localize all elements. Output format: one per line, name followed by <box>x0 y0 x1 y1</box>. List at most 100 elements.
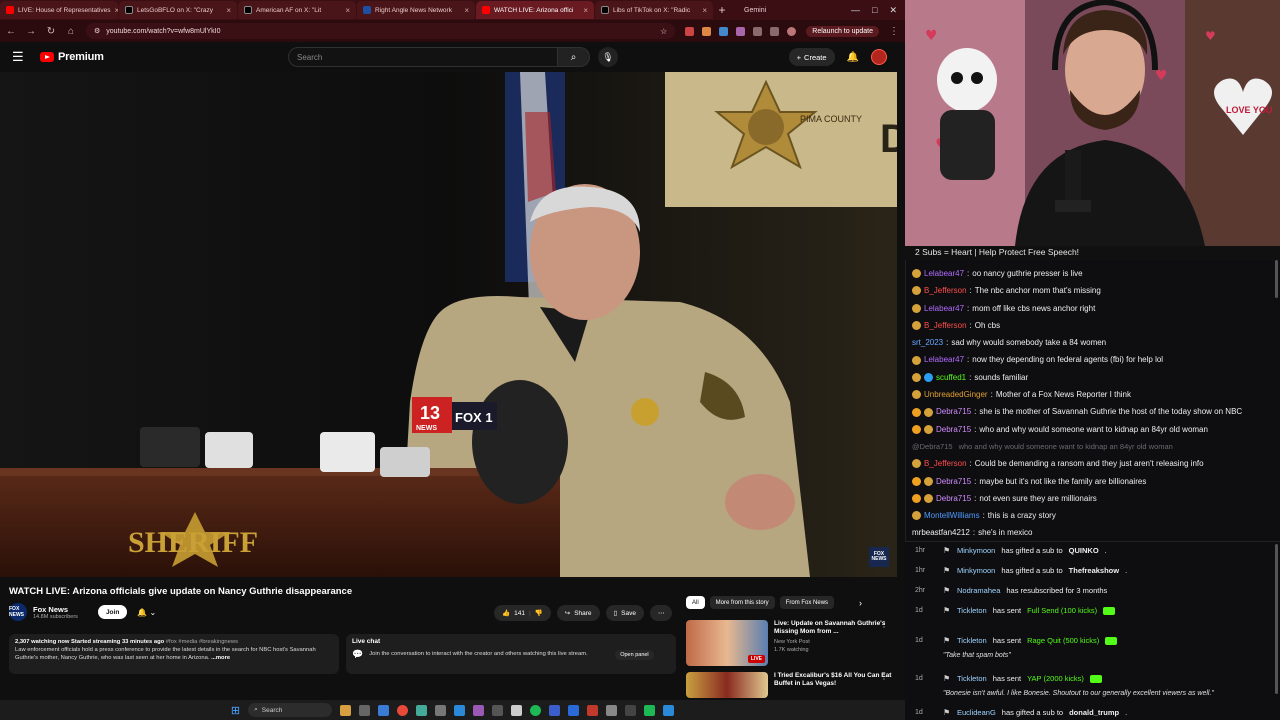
chat-username[interactable]: @Debra715 <box>912 438 953 455</box>
chat-username[interactable]: srt_2023 <box>912 334 943 351</box>
recommended-title[interactable]: Live: Update on Savannah Guthrie's Missi… <box>774 620 896 637</box>
chat-username[interactable]: Debra715 <box>936 473 971 490</box>
description-box[interactable]: 2,307 watching now Started streaming 33 … <box>9 634 339 674</box>
taskbar-app-icon[interactable] <box>530 704 542 716</box>
extension-icon[interactable] <box>719 26 729 36</box>
browser-tab-active[interactable]: WATCH LIVE: Arizona offici × <box>476 1 594 19</box>
event-username[interactable]: Tickleton <box>957 636 987 645</box>
events-scrollbar[interactable] <box>1275 544 1278 694</box>
description-more-link[interactable]: ...more <box>211 655 230 661</box>
home-icon[interactable]: ⌂ <box>66 26 76 37</box>
close-tab-icon[interactable]: × <box>115 6 119 15</box>
chat-username[interactable]: Debra715 <box>936 421 971 438</box>
youtube-logo[interactable]: Premium <box>40 51 104 63</box>
taskbar-app-icon[interactable] <box>340 704 352 716</box>
close-tab-icon[interactable]: × <box>345 6 350 15</box>
minimize-icon[interactable]: — <box>851 5 860 16</box>
chat-username[interactable]: mrbeastfan4212 <box>912 524 970 541</box>
search-input[interactable] <box>288 47 558 67</box>
event-username[interactable]: EuclideanG <box>957 708 996 717</box>
close-tab-icon[interactable]: × <box>702 6 707 15</box>
maximize-icon[interactable]: □ <box>872 5 877 16</box>
taskbar-app-icon[interactable] <box>454 704 466 716</box>
taskbar-app-icon[interactable] <box>663 704 675 716</box>
recommended-title[interactable]: I Tried Excalibur's $16 All You Can Eat … <box>774 672 896 689</box>
taskbar-app-icon[interactable] <box>473 704 485 716</box>
taskbar-app-icon[interactable] <box>587 704 599 716</box>
taskbar-app-icon[interactable] <box>625 704 637 716</box>
bookmark-star-icon[interactable]: ☆ <box>660 27 667 36</box>
browser-tab[interactable]: Libs of TikTok on X: "Radic × <box>595 1 713 19</box>
taskbar-app-icon[interactable] <box>492 704 504 716</box>
taskbar-app-icon[interactable] <box>378 704 390 716</box>
chip-all[interactable]: All <box>686 596 705 609</box>
account-avatar[interactable] <box>871 49 887 65</box>
chat-username[interactable]: Debra715 <box>936 403 971 420</box>
chat-username[interactable]: Lelabear47 <box>924 300 964 317</box>
chat-username[interactable]: B_Jefferson <box>924 455 967 472</box>
more-actions-button[interactable]: ⋯ <box>649 605 673 621</box>
video-player[interactable]: DE PIMA COUNTY <box>0 72 897 577</box>
description-tags[interactable]: #fox #media #breakingnews <box>166 639 238 645</box>
site-info-icon[interactable]: ⚙ <box>94 27 100 35</box>
browser-tab[interactable]: LIVE: House of Representatives × <box>0 1 118 19</box>
extension-icon[interactable] <box>753 26 763 36</box>
event-username[interactable]: Tickleton <box>957 674 987 683</box>
event-username[interactable]: Minkymoon <box>957 546 995 555</box>
chip-from-fox-news[interactable]: From Fox News <box>779 596 835 609</box>
recommended-video[interactable]: I Tried Excalibur's $16 All You Can Eat … <box>686 672 896 698</box>
channel-avatar[interactable]: FOX NEWS <box>9 603 27 621</box>
taskbar-app-icon[interactable] <box>568 704 580 716</box>
taskbar-app-icon[interactable] <box>359 704 371 716</box>
subscription-bell-icon[interactable]: 🔔 ⌄ <box>137 608 156 617</box>
chat-username[interactable]: Lelabear47 <box>924 265 964 282</box>
extension-icon[interactable] <box>702 26 712 36</box>
back-icon[interactable]: ← <box>6 26 16 37</box>
more-options-icon[interactable]: ⋮ <box>880 672 888 681</box>
chat-username[interactable]: Lelabear47 <box>924 351 964 368</box>
chip-more-from-story[interactable]: More from this story <box>709 596 775 609</box>
close-tab-icon[interactable]: × <box>464 6 469 15</box>
close-tab-icon[interactable]: × <box>226 6 231 15</box>
taskbar-app-icon[interactable] <box>606 704 618 716</box>
share-button[interactable]: ↪ Share <box>556 605 600 621</box>
new-tab-icon[interactable]: + <box>714 3 730 17</box>
hamburger-menu-icon[interactable]: ☰ <box>12 49 28 65</box>
chat-username[interactable]: B_Jefferson <box>924 282 967 299</box>
voice-search-button[interactable]: 🎙 <box>598 47 618 67</box>
recommended-thumbnail[interactable]: LIVE <box>686 620 768 666</box>
chat-username[interactable]: scuffed1 <box>936 369 966 386</box>
taskbar-search[interactable]: ⌕ Search <box>248 703 333 717</box>
join-button[interactable]: Join <box>97 605 128 619</box>
chat-username[interactable]: Debra715 <box>936 490 971 507</box>
recommended-thumbnail[interactable] <box>686 672 768 698</box>
extension-icon[interactable] <box>736 26 746 36</box>
chat-username[interactable]: MontellWilliams <box>924 507 980 524</box>
notifications-bell-icon[interactable]: 🔔 <box>847 52 859 63</box>
search-button[interactable]: ⌕ <box>558 47 590 67</box>
taskbar-app-icon[interactable] <box>397 704 409 716</box>
forward-icon[interactable]: → <box>26 26 36 37</box>
close-tab-icon[interactable]: × <box>583 6 588 15</box>
browser-tab[interactable]: LetsGoBFLO on X: "Crazy × <box>119 1 237 19</box>
close-window-icon[interactable]: ✕ <box>889 5 897 16</box>
taskbar-app-icon[interactable] <box>511 704 523 716</box>
event-username[interactable]: Minkymoon <box>957 566 995 575</box>
taskbar-app-icon[interactable] <box>416 704 428 716</box>
windows-start-icon[interactable]: ⊞ <box>231 704 240 717</box>
extension-icon[interactable] <box>770 26 780 36</box>
extension-icon[interactable] <box>685 26 695 36</box>
browser-menu-icon[interactable]: ⋮ <box>889 26 899 37</box>
relaunch-button[interactable]: Relaunch to update <box>806 25 879 37</box>
create-button[interactable]: + Create <box>788 48 835 66</box>
more-options-icon[interactable]: ⋮ <box>880 620 888 629</box>
chat-username[interactable]: UnbreadedGinger <box>924 386 988 403</box>
reload-icon[interactable]: ↻ <box>46 26 56 37</box>
gemini-button[interactable]: Gemini <box>744 7 766 14</box>
thumbs-down-icon[interactable]: 👎 <box>535 609 543 617</box>
event-username[interactable]: Nodramahea <box>957 586 1000 595</box>
chat-scrollbar[interactable] <box>1275 260 1278 298</box>
event-username[interactable]: Tickleton <box>957 606 987 615</box>
browser-tab[interactable]: Right Angle News Network × <box>357 1 475 19</box>
chevron-right-icon[interactable]: › <box>859 598 862 608</box>
